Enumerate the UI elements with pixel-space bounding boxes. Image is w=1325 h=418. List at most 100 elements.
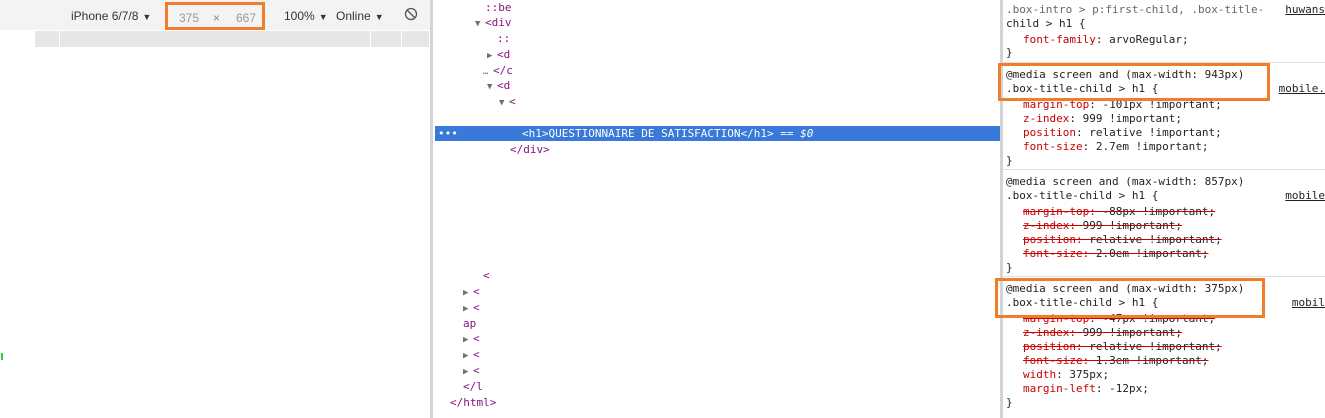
property-value: 1.3em !important; [1095,354,1209,367]
chevron-down-icon: ▼ [318,12,328,22]
network-throttle-select[interactable]: Online ▼ [336,9,384,23]
property-value: 999 !important; [1082,326,1182,339]
dom-node[interactable]: ▼ <d [487,78,510,93]
collapse-triangle-icon[interactable]: ▼ [487,80,497,95]
dom-node[interactable]: ▼ < [499,94,516,109]
property-value: relative !important; [1089,126,1222,139]
property-value: relative !important; [1089,340,1222,353]
media-query: @media screen and (max-width: 857px) [1006,175,1245,188]
zoom-select[interactable]: 100% ▼ [284,9,328,23]
dom-node[interactable]: ▶ < [463,347,480,362]
collapse-triangle-icon[interactable]: ▼ [475,17,485,32]
dom-node[interactable]: < [473,268,490,283]
expand-triangle-icon[interactable]: ▶ [463,286,473,301]
dom-node[interactable]: ap [453,316,476,331]
overridden-declaration[interactable]: z-index: 999 !important; [1023,326,1182,340]
dom-node[interactable]: ▶ < [463,363,480,378]
style-declaration[interactable]: font-family: arvoRegular; [1023,33,1189,47]
device-name: iPhone 6/7/8 [71,9,139,23]
rule-close: } [1006,46,1013,59]
rule-source-link[interactable]: mobile. [1279,82,1325,95]
dom-node-text: < [473,332,480,345]
expand-triangle-icon[interactable]: ▶ [463,365,473,380]
overridden-declaration[interactable]: z-index: 999 !important; [1023,219,1182,233]
rule-source-link[interactable]: huwans [1285,3,1325,16]
pane-splitter[interactable] [430,0,433,418]
property-value: -88px !important; [1102,205,1216,218]
style-rule[interactable]: .box-intro > p:first-child, .box-title- … [1003,0,1325,63]
property-value: relative !important; [1089,233,1222,246]
dom-node[interactable]: ▶ < [463,300,480,315]
property-name: margin-top [1023,205,1090,218]
overridden-declaration[interactable]: position: relative !important; [1023,340,1222,354]
dom-node[interactable]: ▶ < [463,284,480,299]
rule-close: } [1006,396,1013,409]
dom-node[interactable]: </html> [440,395,496,410]
dom-node[interactable]: :: [487,31,510,46]
width-input[interactable]: 375 [179,11,199,25]
selected-node-ref: == $0 [773,127,814,140]
ruler-segment[interactable] [59,31,60,47]
overridden-declaration[interactable]: position: relative !important; [1023,233,1222,247]
dom-node[interactable]: </l [453,379,483,394]
dom-node-text: < [473,285,480,298]
rule-source-link[interactable]: mobile [1285,189,1325,202]
property-name: font-family [1023,33,1096,46]
dom-node[interactable]: ::be [475,0,512,15]
property-name: margin-left [1023,382,1096,395]
style-declaration[interactable]: margin-left: -12px; [1023,382,1149,396]
dom-node-text: ::be [485,1,512,14]
property-value: 2.7em !important; [1095,140,1209,153]
expand-triangle-icon[interactable]: ▶ [463,349,473,364]
dom-node[interactable]: ▶ < [463,331,480,346]
device-emulation-pane: iPhone 6/7/8 ▼ 375 × 667 100% ▼ Online ▼ [0,0,432,418]
device-select[interactable]: iPhone 6/7/8 ▼ [71,9,151,23]
media-query-highlight [995,278,1265,318]
overridden-declaration[interactable]: font-size: 2.0em !important; [1023,247,1208,261]
media-query-highlight [998,63,1270,101]
dom-node-text: ap [463,317,477,330]
expand-triangle-icon[interactable]: ▶ [463,302,473,317]
dimensions-highlight: 375 × 667 [165,2,265,30]
property-name: font-size [1023,247,1083,260]
property-value: -12px; [1109,382,1149,395]
chevron-down-icon: ▼ [142,12,152,22]
dom-node[interactable]: ▶ <d [487,47,510,62]
property-name: position [1023,126,1076,139]
style-declaration[interactable]: width: 375px; [1023,368,1109,382]
selected-node-markup: <h1>QUESTIONNAIRE DE SATISFACTION</h1> =… [522,126,813,141]
style-declaration[interactable]: position: relative !important; [1023,126,1222,140]
ruler-segment[interactable] [370,31,371,47]
overridden-declaration[interactable]: font-size: 1.3em !important; [1023,354,1208,368]
rotate-icon[interactable] [404,7,418,21]
property-value: 375px; [1069,368,1110,381]
more-options-icon[interactable]: ••• [438,126,458,141]
dimension-separator: × [213,11,221,25]
dom-node-text: :: [497,32,511,45]
device-viewport[interactable] [35,47,429,417]
dom-node[interactable]: ▼ <div [475,15,512,30]
expand-triangle-icon[interactable]: ▶ [487,49,497,64]
zoom-value: 100% [284,9,315,23]
expand-triangle-icon[interactable]: ▶ [463,333,473,348]
style-rule[interactable]: @media screen and (max-width: 857px) .bo… [1003,170,1325,277]
network-value: Online [336,9,371,23]
property-name: width [1023,368,1057,381]
ruler-segment[interactable] [401,31,402,47]
selected-dom-node[interactable]: ••• <h1>QUESTIONNAIRE DE SATISFACTION</h… [435,126,1000,141]
media-query-ruler[interactable] [35,31,429,47]
collapse-triangle-icon[interactable]: ▼ [499,96,509,111]
property-value: 999 !important; [1082,219,1182,232]
style-declaration[interactable]: font-size: 2.7em !important; [1023,140,1208,154]
style-declaration[interactable]: z-index: 999 !important; [1023,112,1182,126]
dom-node[interactable]: </div> [510,142,550,157]
dom-node-text: < [473,364,480,377]
dom-node[interactable]: … </c [483,63,513,78]
dom-node-text: </c [493,64,513,77]
selected-node-text: <h1>QUESTIONNAIRE DE SATISFACTION</h1> [522,127,774,140]
rule-source-link[interactable]: mobil [1292,296,1325,309]
height-input[interactable]: 667 [236,11,256,25]
overridden-declaration[interactable]: margin-top: -88px !important; [1023,205,1215,219]
rule-selector: child > h1 { [1006,17,1086,30]
property-name: z-index [1023,112,1070,125]
